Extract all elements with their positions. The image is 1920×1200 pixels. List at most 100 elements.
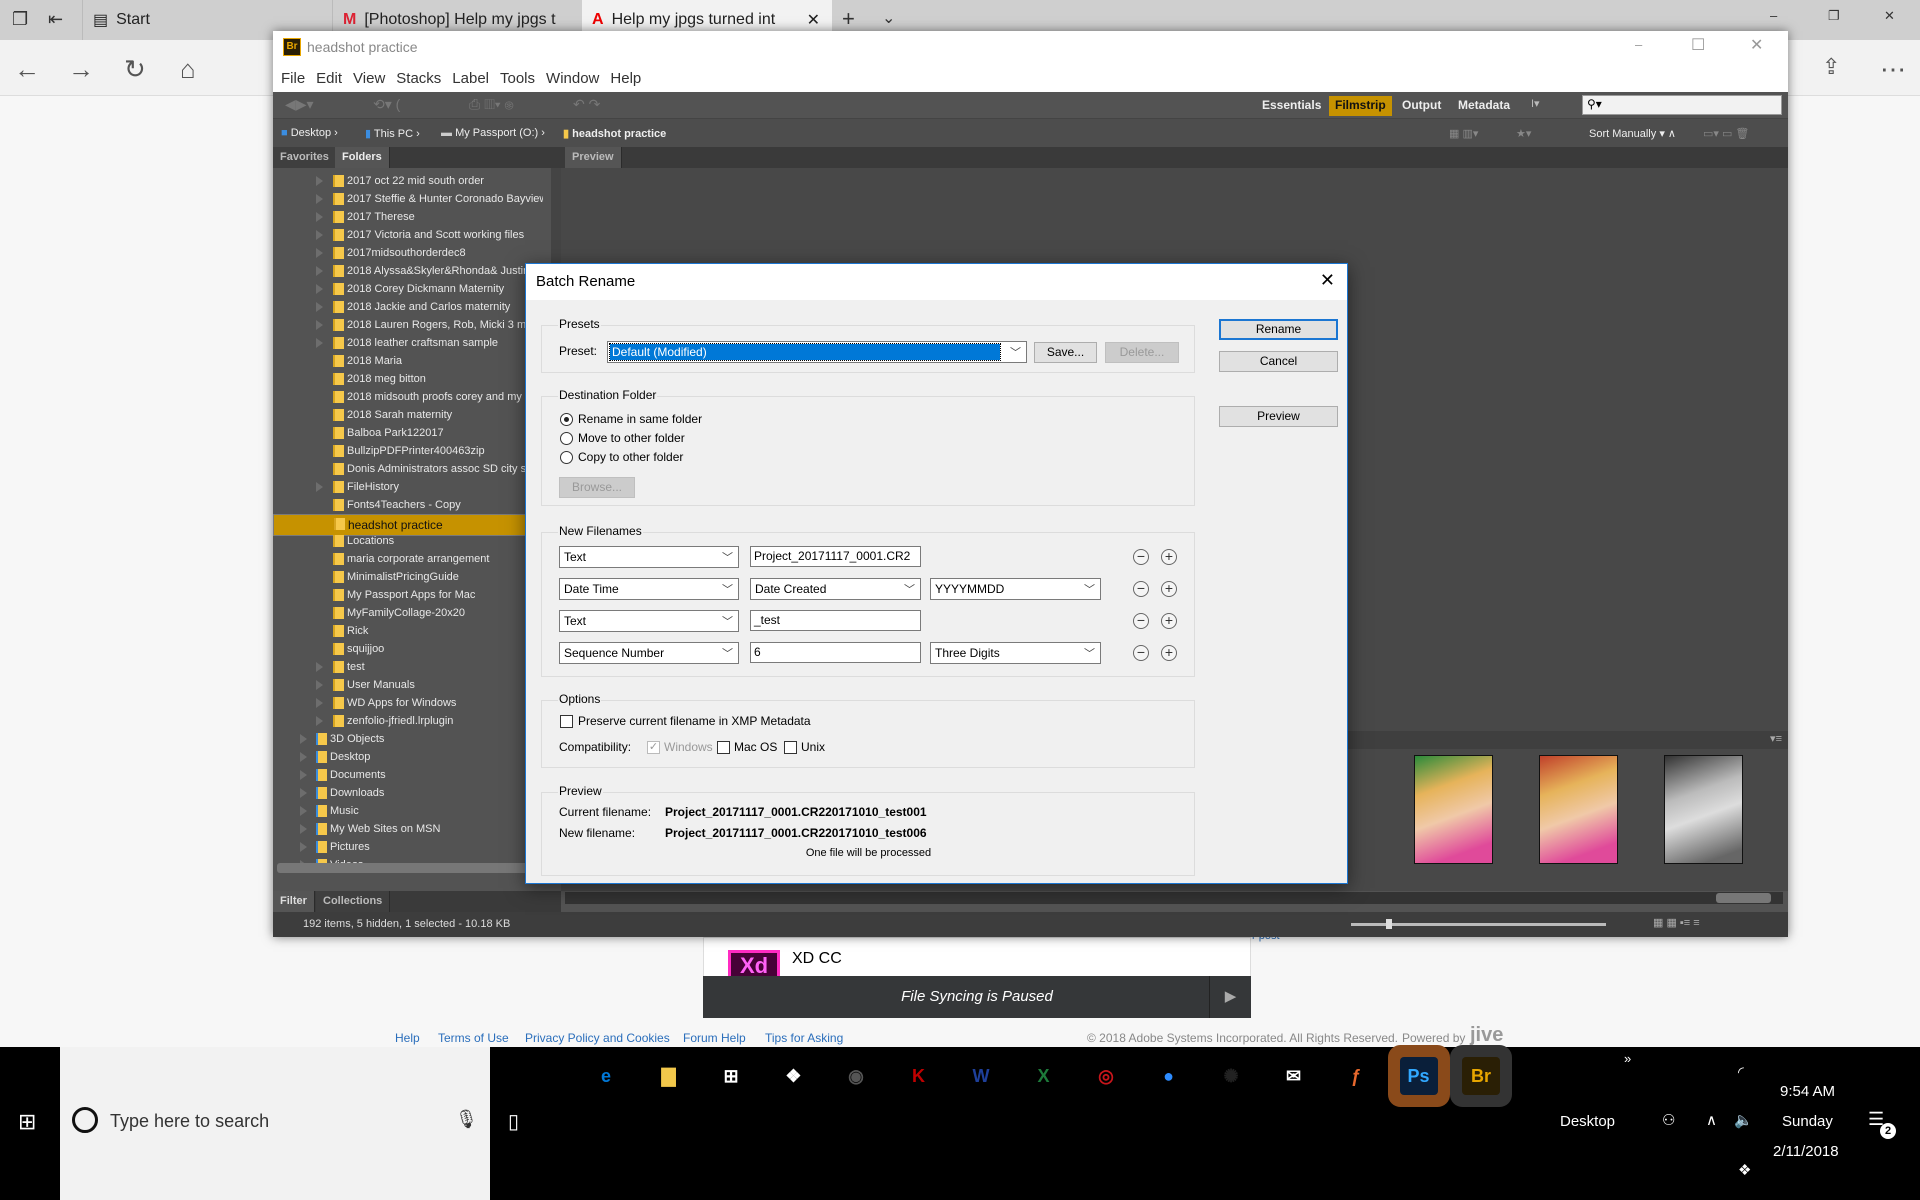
thumbnail-size-slider[interactable] <box>1351 919 1606 929</box>
recent-icon[interactable]: ⟲▾ ( <box>373 96 400 113</box>
back-forward-icon[interactable]: ◀▶▾ <box>285 96 314 113</box>
close-icon[interactable]: ✕ <box>1320 270 1335 291</box>
filename-text-input[interactable]: _test <box>750 610 921 631</box>
forward-icon[interactable]: → <box>68 54 94 85</box>
close-icon[interactable]: ✕ <box>1750 35 1763 55</box>
expand-arrow-icon[interactable] <box>300 824 307 834</box>
taskbar-app-photoshop-icon[interactable]: Ps <box>1399 1057 1438 1095</box>
footer-link-tips[interactable]: Tips for Asking <box>765 1031 843 1045</box>
expand-arrow-icon[interactable] <box>316 194 323 204</box>
volume-icon[interactable]: 🔈 <box>1734 1111 1753 1129</box>
cancel-button[interactable]: Cancel <box>1219 351 1338 372</box>
search-input[interactable]: ⚲▾ <box>1582 95 1782 115</box>
rename-button[interactable]: Rename <box>1219 319 1338 340</box>
expand-arrow-icon[interactable] <box>316 248 323 258</box>
taskbar-app-app-orange-icon[interactable]: ƒ <box>1337 1057 1375 1095</box>
folder-item[interactable]: Locations <box>273 532 543 550</box>
more-icon[interactable]: ⋯ <box>1880 54 1906 85</box>
taskbar-app-file-explorer-icon[interactable]: ▇ <box>650 1057 688 1095</box>
camera-tools-icon[interactable]: ⎙ ▥▾ ⊛ <box>469 96 514 113</box>
tab-actions-icon[interactable]: ❐ <box>12 9 28 30</box>
add-row-icon[interactable]: + <box>1161 549 1177 565</box>
remove-row-icon[interactable]: − <box>1133 613 1149 629</box>
expand-arrow-icon[interactable] <box>316 284 323 294</box>
expand-arrow-icon[interactable] <box>316 338 323 348</box>
folder-item[interactable]: User Manuals <box>273 676 543 694</box>
expand-arrow-icon[interactable] <box>300 788 307 798</box>
thumbnail-color-2[interactable] <box>1539 755 1618 864</box>
taskbar-app-bridge-icon[interactable]: Br <box>1462 1057 1500 1095</box>
tab-list-chevron-icon[interactable]: ⌄ <box>882 8 895 28</box>
tab-collections[interactable]: Collections <box>316 891 391 912</box>
folder-item[interactable]: WD Apps for Windows <box>273 694 543 712</box>
add-row-icon[interactable]: + <box>1161 581 1177 597</box>
tab-favorites[interactable]: Favorites <box>273 147 337 168</box>
new-tab-icon[interactable]: + <box>842 6 855 32</box>
remove-row-icon[interactable]: − <box>1133 549 1149 565</box>
wifi-icon[interactable]: ◜ <box>1738 1063 1744 1081</box>
folder-item[interactable]: 2018 Sarah maternity <box>273 406 543 424</box>
system-folder-item[interactable]: My Web Sites on MSN <box>273 820 543 838</box>
menu-label[interactable]: Label <box>452 70 489 87</box>
view-mode-icons[interactable]: ▦ ▦ ▪≡ ≡ <box>1653 916 1700 929</box>
workspace-filmstrip[interactable]: Filmstrip <box>1329 96 1392 116</box>
folder-item[interactable]: maria corporate arrangement <box>273 550 543 568</box>
show-hidden-icons-chevron[interactable]: ∧ <box>1706 1111 1717 1129</box>
tab-filter[interactable]: Filter <box>273 891 315 912</box>
breadcrumb-desktop[interactable]: ■ Desktop › <box>281 127 338 139</box>
remove-row-icon[interactable]: − <box>1133 645 1149 661</box>
view-options-icon[interactable]: ▦ ▥▾ <box>1449 127 1478 140</box>
folder-item[interactable]: BullzipPDFPrinter400463zip <box>273 442 543 460</box>
expand-arrow-icon[interactable] <box>316 482 323 492</box>
expand-arrow-icon[interactable] <box>316 176 323 186</box>
footer-link-privacy[interactable]: Privacy Policy and Cookies <box>525 1031 670 1045</box>
unix-checkbox[interactable] <box>784 741 797 754</box>
system-folder-item[interactable]: Documents <box>273 766 543 784</box>
system-folder-item[interactable]: Desktop <box>273 748 543 766</box>
date-source-select[interactable]: Date Created ﹀ <box>750 578 921 600</box>
folder-item[interactable]: 2017 Victoria and Scott working files <box>273 226 543 244</box>
folder-item[interactable]: 2017 Steffie & Hunter Coronado Bayview p <box>273 190 543 208</box>
expand-arrow-icon[interactable] <box>316 698 323 708</box>
workspace-metadata[interactable]: Metadata <box>1452 96 1516 116</box>
mac-os-checkbox[interactable] <box>717 741 730 754</box>
horizontal-scrollbar[interactable] <box>277 863 549 873</box>
microphone-icon[interactable]: 🎙 <box>455 1109 478 1130</box>
menu-file[interactable]: File <box>281 70 305 87</box>
taskbar-app-dropbox-icon[interactable]: ❖ <box>775 1057 813 1095</box>
format-select[interactable]: Three Digits ﹀ <box>930 642 1101 664</box>
preset-select[interactable]: Default (Modified) ﹀ <box>607 341 1027 363</box>
expand-arrow-icon[interactable] <box>316 716 323 726</box>
taskbar-app-edge-icon[interactable]: e <box>587 1057 625 1095</box>
close-tab-icon[interactable]: ✕ <box>807 10 820 30</box>
system-folder-item[interactable]: 3D Objects <box>273 730 543 748</box>
expand-arrow-icon[interactable] <box>300 752 307 762</box>
remove-row-icon[interactable]: − <box>1133 581 1149 597</box>
search-box[interactable]: Type here to search 🎙 <box>60 1047 490 1200</box>
menu-window[interactable]: Window <box>546 70 599 87</box>
taskbar-app-creative-cloud-icon[interactable]: ◎ <box>1087 1057 1125 1095</box>
menu-stacks[interactable]: Stacks <box>396 70 441 87</box>
folder-item[interactable]: My Passport Apps for Mac <box>273 586 543 604</box>
folder-item[interactable]: 2018 Lauren Rogers, Rob, Micki 3 mo <box>273 316 543 334</box>
expand-arrow-icon[interactable] <box>300 734 307 744</box>
dropbox-tray-icon[interactable]: ❖ <box>1738 1161 1751 1179</box>
share-icon[interactable]: ⇪ <box>1822 54 1840 80</box>
sort-dropdown[interactable]: Sort Manually ▾ ∧ <box>1589 127 1676 140</box>
close-icon[interactable]: ✕ <box>1884 8 1895 24</box>
breadcrumb-current[interactable]: ▮ headshot practice <box>563 127 666 140</box>
add-row-icon[interactable]: + <box>1161 645 1177 661</box>
tab-preview[interactable]: Preview <box>565 147 622 168</box>
folder-item[interactable]: 2017midsouthorderdec8 <box>273 244 543 262</box>
workspace-output[interactable]: Output <box>1396 96 1447 116</box>
filename-type-select[interactable]: Text ﹀ <box>559 610 739 632</box>
filename-type-select[interactable]: Date Time ﹀ <box>559 578 739 600</box>
menu-edit[interactable]: Edit <box>316 70 342 87</box>
folder-item[interactable]: 2018 Maria <box>273 352 543 370</box>
folder-item[interactable]: 2017 Therese <box>273 208 543 226</box>
menu-help[interactable]: Help <box>610 70 641 87</box>
folder-item[interactable]: Balboa Park122017 <box>273 424 543 442</box>
expand-arrow-icon[interactable] <box>316 230 323 240</box>
expand-arrow-icon[interactable] <box>300 770 307 780</box>
folder-item[interactable]: Donis Administrators assoc SD city sc <box>273 460 543 478</box>
